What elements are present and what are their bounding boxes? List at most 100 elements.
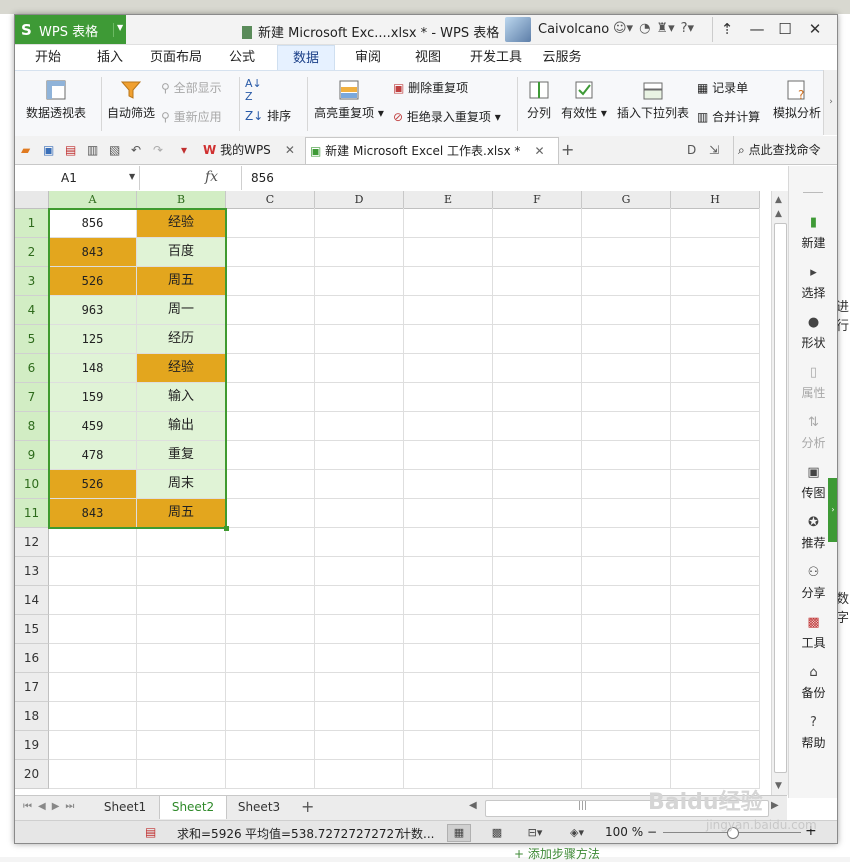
spreadsheet-grid[interactable]: A B C D E F G H 1 2 3 4 5 6 7 8 9 10 11 12 13 14 15 16 17 18 19 20 8… [15, 191, 771, 795]
user-name[interactable]: Caivolcano [538, 22, 609, 37]
minimize-button[interactable]: — [743, 17, 771, 42]
cell-a9[interactable]: 478 [49, 441, 137, 470]
row-header-10[interactable]: 10 [15, 470, 50, 499]
cell-b4[interactable]: 周一 [137, 296, 226, 325]
close-button[interactable]: ✕ [801, 17, 829, 42]
highlight-duplicates-button[interactable]: 高亮重复项 ▾ [311, 79, 387, 121]
show-all-button[interactable]: ⚲ 全部显示 [161, 79, 233, 96]
pane-image-upload[interactable]: ▣ 传图 [789, 466, 837, 501]
tab-insert[interactable]: 插入 [89, 45, 131, 70]
tab-page-layout[interactable]: 页面布局 [145, 45, 207, 70]
tab-review[interactable]: 审阅 [347, 45, 389, 70]
cell-b1[interactable]: 经验 [137, 209, 226, 238]
scroll-down-icon[interactable]: ▼ [775, 781, 782, 791]
restore-up-icon[interactable]: ⇡ [712, 17, 741, 42]
pane-help[interactable]: ? 帮助 [789, 716, 837, 751]
zoom-slider-knob[interactable] [727, 827, 739, 839]
row-header-20[interactable]: 20 [15, 760, 49, 789]
feedback-icon[interactable]: ◔ [639, 21, 650, 36]
cell-a8[interactable]: 459 [49, 412, 137, 441]
row-header-5[interactable]: 5 [15, 325, 50, 354]
tab-formula[interactable]: 公式 [221, 45, 263, 70]
vertical-scrollbar[interactable]: ▲ ▲ ▼ [771, 191, 788, 795]
pane-share[interactable]: ⚇ 分享 [789, 566, 837, 601]
row-header-7[interactable]: 7 [15, 383, 50, 412]
row-header-9[interactable]: 9 [15, 441, 50, 470]
customize-chevron-icon[interactable]: ▾ [181, 143, 195, 157]
what-if-button[interactable]: ? 模拟分析 [771, 79, 823, 121]
autofilter-button[interactable]: 自动筛选 [105, 79, 157, 121]
cell-b8[interactable]: 输出 [137, 412, 226, 441]
zoom-level[interactable]: 100 % [605, 825, 643, 839]
pane-backup[interactable]: ⌂ 备份 [789, 666, 837, 701]
pane-toolbox[interactable]: ▩ 工具 [789, 616, 837, 651]
cell-b3[interactable]: 周五 [137, 267, 226, 296]
sort-button[interactable]: Z↓ 排序 [245, 107, 305, 124]
row-header-1[interactable]: 1 [15, 209, 50, 238]
cell-b6[interactable]: 经验 [137, 354, 226, 383]
scroll-thumb[interactable] [774, 223, 787, 773]
row-header-11[interactable]: 11 [15, 499, 50, 528]
cell-a10[interactable]: 526 [49, 470, 137, 499]
tab-data[interactable]: 数据 [277, 45, 335, 71]
scroll-left-icon[interactable]: ◀ [469, 800, 477, 811]
sort-asc-button[interactable]: A↓ Z [245, 77, 271, 103]
column-header-a[interactable]: A [49, 191, 137, 210]
send-icon[interactable]: ⇲ [709, 143, 723, 157]
undo-icon[interactable]: ↶ [131, 143, 145, 157]
new-tab-plus-icon[interactable]: + [561, 140, 575, 159]
pane-analysis[interactable]: ⇅ 分析 [789, 416, 837, 451]
cell-b2[interactable]: 百度 [137, 238, 226, 267]
sheet-tab[interactable]: Sheet3 [227, 796, 291, 819]
scroll-up-icon[interactable]: ▲ [775, 195, 782, 205]
row-header-3[interactable]: 3 [15, 267, 50, 296]
sheet-nav-arrows[interactable]: ⏮◀▶⏭ [23, 801, 80, 812]
validity-button[interactable]: 有效性 ▾ [559, 79, 609, 121]
sheet-tab[interactable]: Sheet1 [93, 796, 157, 819]
close-icon[interactable]: ✕ [534, 144, 544, 158]
page-break-view-icon[interactable]: ▩ [485, 824, 509, 842]
cell-b10[interactable]: 周末 [137, 470, 226, 499]
close-icon[interactable]: ✕ [285, 143, 295, 157]
column-header-g[interactable]: G [582, 191, 671, 209]
export-pdf-icon[interactable]: ▤ [65, 143, 79, 157]
row-header-14[interactable]: 14 [15, 586, 49, 615]
row-header-13[interactable]: 13 [15, 557, 49, 586]
cell-b5[interactable]: 经历 [137, 325, 226, 354]
cell-b9[interactable]: 重复 [137, 441, 226, 470]
cell-a3[interactable]: 526 [49, 267, 137, 296]
row-header-16[interactable]: 16 [15, 644, 49, 673]
print-icon[interactable]: ▥ [87, 143, 101, 157]
remove-duplicates-button[interactable]: ▣ 删除重复项 [393, 79, 513, 96]
cell-a5[interactable]: 125 [49, 325, 137, 354]
row-header-6[interactable]: 6 [15, 354, 50, 383]
row-header-8[interactable]: 8 [15, 412, 50, 441]
pivot-table-button[interactable]: 数据透视表 [23, 79, 89, 121]
skin-icon[interactable]: ☺▾ [613, 21, 633, 36]
select-all-corner[interactable] [15, 191, 49, 209]
consolidate-button[interactable]: ▥ 合并计算 [697, 108, 771, 125]
app-menu-button[interactable]: S WPS 表格 ▼ [15, 15, 126, 44]
cell-a7[interactable]: 159 [49, 383, 137, 412]
record-form-button[interactable]: ▦ 记录单 [697, 79, 767, 96]
fill-handle[interactable] [224, 526, 229, 531]
split-column-button[interactable]: 分列 [521, 79, 557, 121]
zoom-out-icon[interactable]: − [647, 825, 657, 839]
tab-view[interactable]: 视图 [407, 45, 449, 70]
row-header-19[interactable]: 19 [15, 731, 49, 760]
name-box[interactable]: A1 ▼ [15, 166, 140, 190]
find-command-search[interactable]: ⌕ 点此查找命令 [733, 136, 837, 164]
layout-view-icon[interactable]: ⊟▾ [523, 824, 547, 842]
pane-new-file[interactable]: ▮ 新建 [789, 216, 837, 251]
column-header-f[interactable]: F [493, 191, 582, 209]
cell-b11[interactable]: 周五 [137, 499, 226, 528]
formula-input[interactable]: 856 [241, 166, 781, 190]
pane-shape[interactable]: ● 形状 [789, 316, 837, 351]
normal-view-icon[interactable]: ▦ [447, 824, 471, 842]
cell-a4[interactable]: 963 [49, 296, 137, 325]
tab-my-wps[interactable]: W 我的WPS ✕ [203, 137, 301, 163]
tab-cloud[interactable]: 云服务 [537, 45, 587, 70]
cell-a1[interactable]: 856 [49, 209, 137, 238]
reapply-button[interactable]: ⚲ 重新应用 [161, 108, 233, 125]
column-header-b[interactable]: B [137, 191, 226, 210]
